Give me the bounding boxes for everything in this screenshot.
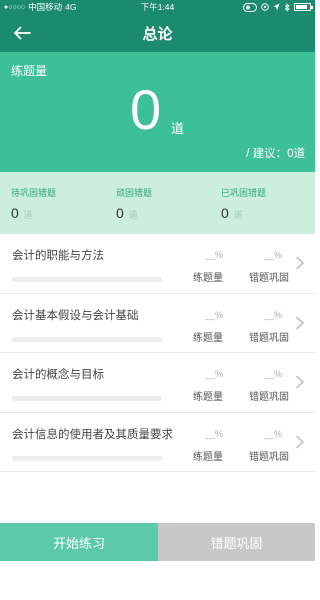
stat-value: 0 (221, 205, 229, 221)
stat-pending-mistakes: 待巩固错题 0 道 (11, 186, 56, 221)
stat-unit: 道 (128, 210, 138, 220)
practice-label: 练题量 (193, 332, 223, 344)
chevron-right-icon (296, 316, 304, 329)
practice-percent: __% (204, 369, 223, 379)
chapter-title: 会计的职能与方法 (12, 250, 104, 262)
chapter-row[interactable]: 会计基本假设与会计基础 __% __% 练题量 错题巩固 (0, 293, 315, 353)
practice-percent: __% (204, 428, 223, 439)
chapter-list: 会计的职能与方法 __% __% 练题量 错题巩固 会计基本假设与会计基础 __… (0, 234, 315, 472)
stat-consolidated-mistakes: 已巩固错题 0 道 (221, 186, 266, 221)
at-icon (261, 3, 269, 11)
review-label: 错题巩固 (249, 273, 289, 284)
review-percent: __% (263, 428, 282, 439)
carrier-name: 中国移动 (28, 2, 63, 12)
review-percent: __% (263, 309, 282, 320)
chapter-title: 会计信息的使用者及其质量要求 (12, 428, 173, 441)
stat-stubborn-mistakes: 顽固错题 0 道 (116, 186, 152, 221)
chapter-progress-bar (12, 336, 162, 342)
bottom-blank-area (0, 561, 315, 600)
chapter-progress-bar (12, 455, 162, 461)
practice-label: 练题量 (193, 451, 223, 463)
chevron-right-icon (296, 375, 304, 389)
review-label: 错题巩固 (249, 392, 289, 403)
bluetooth-icon (284, 2, 290, 12)
practice-count-label: 练题量 (11, 64, 48, 78)
network-type: 4G (65, 2, 77, 12)
chevron-right-icon (296, 435, 304, 448)
page-title: 总论 (142, 25, 173, 43)
review-percent: __% (263, 369, 282, 379)
chapter-title: 会计基本假设与会计基础 (12, 309, 139, 322)
practice-label: 练题量 (193, 273, 223, 284)
stat-unit: 道 (23, 210, 33, 220)
stat-label: 待巩固错题 (11, 188, 57, 198)
arrow-left-icon (14, 26, 31, 40)
nav-bar: 总论 (0, 14, 315, 52)
practice-summary: 练题量 0 道 / 建议：0道 (0, 52, 315, 172)
chapter-progress-bar (12, 396, 162, 401)
practice-count-unit: 道 (171, 121, 185, 136)
stat-label: 顽固错题 (116, 188, 153, 198)
stat-value: 0 (116, 205, 124, 221)
chapter-row[interactable]: 会计信息的使用者及其质量要求 __% __% 练题量 错题巩固 (0, 412, 315, 472)
review-mistakes-button[interactable]: 错题巩固 (158, 523, 315, 561)
review-label: 错题巩固 (249, 332, 289, 344)
review-percent: __% (263, 250, 282, 260)
chevron-right-icon (296, 256, 304, 270)
stat-value: 0 (11, 205, 19, 221)
back-button[interactable] (8, 19, 36, 47)
stat-label: 已巩固错题 (221, 188, 267, 198)
bottom-action-bar: 开始练习 错题巩固 (0, 523, 315, 561)
practice-percent: __% (204, 309, 223, 320)
chapter-title: 会计的概念与目标 (12, 369, 104, 381)
practice-percent: __% (204, 250, 223, 260)
location-icon (273, 3, 280, 11)
signal-strength-icon: ●○○○○ (4, 3, 26, 11)
stat-unit: 道 (233, 210, 243, 220)
start-practice-button[interactable]: 开始练习 (0, 523, 158, 561)
review-label: 错题巩固 (249, 451, 289, 463)
practice-count-value: 0 (130, 78, 162, 141)
chapter-progress-bar (12, 277, 162, 282)
mistake-stats: 待巩固错题 0 道 顽固错题 0 道 已巩固错题 0 道 (0, 172, 315, 234)
chapter-row[interactable]: 会计的职能与方法 __% __% 练题量 错题巩固 (0, 234, 315, 294)
rotation-lock-icon (243, 2, 257, 12)
suggested-count: / 建议：0道 (246, 148, 305, 160)
status-bar: ●○○○○ 中国移动 4G 下午1:44 (0, 0, 315, 14)
practice-label: 练题量 (193, 392, 223, 403)
chapter-row[interactable]: 会计的概念与目标 __% __% 练题量 错题巩固 (0, 353, 315, 413)
battery-icon (294, 3, 313, 11)
